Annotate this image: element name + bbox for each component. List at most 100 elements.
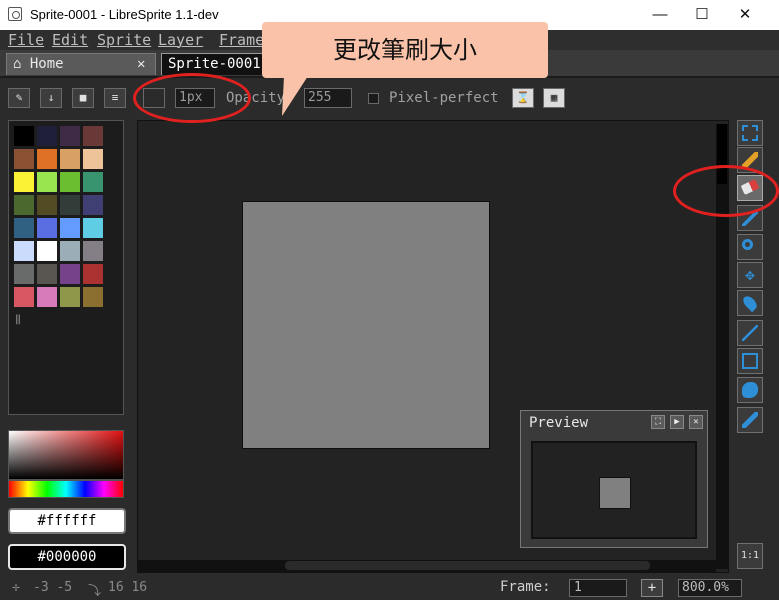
palette-swatch[interactable]: [82, 171, 104, 193]
frame-field[interactable]: 1: [569, 579, 627, 597]
annotation-callout-pointer: [282, 76, 308, 116]
palette-swatch[interactable]: [13, 148, 35, 170]
cursor-coordinates: -3 -5: [33, 580, 73, 595]
tab-sprite-label: Sprite-0001: [168, 56, 261, 72]
palette-swatch[interactable]: [13, 125, 35, 147]
pencil-icon: [742, 152, 758, 168]
annotation-circle-brush-size: [133, 73, 251, 123]
pixel-perfect-checkbox[interactable]: [368, 93, 379, 104]
context-bar: ✎ ↓ ■ ≡ 1px Opacity: 255 Pixel-perfect ⌛…: [0, 85, 779, 113]
arrow-down-icon[interactable]: ↓: [40, 88, 62, 108]
menu-frame[interactable]: Frame: [219, 31, 264, 49]
zoom-reset-button[interactable]: 1:1: [737, 543, 763, 569]
menu-layer[interactable]: Layer: [158, 31, 203, 49]
palette-swatch[interactable]: [36, 125, 58, 147]
palette-resize-handle[interactable]: ‖: [15, 314, 21, 325]
palette-swatch[interactable]: [82, 240, 104, 262]
palette-swatch[interactable]: [13, 263, 35, 285]
palette-swatch[interactable]: [59, 217, 81, 239]
color-picker: [8, 430, 124, 498]
palette-swatch[interactable]: [82, 286, 104, 308]
palette-swatch[interactable]: [59, 194, 81, 216]
tool-pencil-mode-icon[interactable]: ✎: [8, 88, 30, 108]
palette-swatch[interactable]: [13, 194, 35, 216]
tab-sprite[interactable]: Sprite-0001: [161, 53, 271, 75]
preview-play-icon[interactable]: ▶: [670, 415, 684, 429]
palette-swatch[interactable]: [59, 240, 81, 262]
background-color-button[interactable]: #000000: [8, 544, 126, 570]
frame-label: Frame:: [500, 579, 551, 595]
palette-panel: ‖: [8, 120, 124, 415]
rectangle-icon: [742, 353, 758, 369]
square-brush-icon[interactable]: ■: [72, 88, 94, 108]
paint-bucket-tool-button[interactable]: [737, 290, 763, 316]
zoom-tool-button[interactable]: [737, 234, 763, 260]
paint-bucket-icon: [740, 293, 760, 313]
sprite-canvas[interactable]: [242, 201, 490, 449]
palette-swatch[interactable]: [59, 148, 81, 170]
line-tool-button[interactable]: [737, 320, 763, 346]
spray-tool-button[interactable]: [737, 407, 763, 433]
palette-swatch[interactable]: [36, 240, 58, 262]
lasso-tool-button[interactable]: [737, 377, 763, 403]
palette-swatch[interactable]: [59, 263, 81, 285]
hourglass-icon[interactable]: ⌛: [512, 88, 534, 108]
palette-swatch[interactable]: [13, 286, 35, 308]
palette-swatch[interactable]: [13, 217, 35, 239]
palette-swatch[interactable]: [59, 125, 81, 147]
foreground-color-button[interactable]: #ffffff: [8, 508, 126, 534]
pixel-grid-icon[interactable]: ▦: [543, 88, 565, 108]
marquee-tool-button[interactable]: [737, 120, 763, 146]
horizontal-scroll-thumb[interactable]: [285, 561, 650, 570]
home-icon: ⌂: [13, 56, 22, 72]
palette-swatch[interactable]: [36, 148, 58, 170]
add-frame-button[interactable]: +: [641, 579, 663, 597]
crosshair-icon: ✛: [12, 580, 20, 595]
menu-file[interactable]: File: [8, 31, 44, 49]
palette-swatch[interactable]: [36, 171, 58, 193]
preview-fullscreen-icon[interactable]: ⛶: [651, 415, 665, 429]
tab-home[interactable]: ⌂ Home ✕: [6, 53, 156, 75]
hue-slider[interactable]: [8, 480, 124, 498]
line-icon: [742, 325, 758, 341]
menu-edit[interactable]: Edit: [52, 31, 88, 49]
pixel-perfect-label: Pixel-perfect: [389, 90, 499, 106]
tab-home-label: Home: [29, 56, 64, 72]
maximize-button[interactable]: ☐: [680, 0, 724, 30]
menu-lines-icon[interactable]: ≡: [104, 88, 126, 108]
palette-swatch[interactable]: [36, 194, 58, 216]
palette-swatch[interactable]: [59, 286, 81, 308]
palette-swatch[interactable]: [36, 263, 58, 285]
menu-sprite[interactable]: Sprite: [97, 31, 151, 49]
palette-swatch[interactable]: [82, 194, 104, 216]
spray-icon: [742, 412, 758, 428]
preview-close-icon[interactable]: ✕: [689, 415, 703, 429]
palette-swatch[interactable]: [82, 125, 104, 147]
palette-swatch[interactable]: [82, 263, 104, 285]
minimize-button[interactable]: —: [638, 0, 682, 30]
move-tool-button[interactable]: ✥: [737, 262, 763, 288]
palette-swatch[interactable]: [82, 148, 104, 170]
marquee-icon: [742, 125, 758, 141]
close-button[interactable]: ✕: [723, 0, 767, 30]
app-icon: [8, 7, 22, 21]
zoom-field[interactable]: 800.0%: [678, 579, 742, 597]
annotation-circle-eraser: [673, 165, 779, 217]
palette-swatch[interactable]: [13, 240, 35, 262]
tab-close-icon[interactable]: ✕: [137, 54, 145, 74]
size-icon: ⤵: [88, 584, 102, 599]
annotation-callout: 更改筆刷大小: [262, 22, 548, 78]
preview-window: Preview ⛶ ▶ ✕: [520, 410, 708, 548]
palette-swatch[interactable]: [36, 217, 58, 239]
preview-sprite: [599, 477, 631, 509]
status-bar: ✛ -3 -5 ⤵ 16 16 Frame: 1 + 800.0%: [0, 576, 779, 600]
saturation-value-picker[interactable]: [8, 430, 124, 480]
annotation-callout-text: 更改筆刷大小: [333, 36, 477, 64]
palette-swatch[interactable]: [36, 286, 58, 308]
rectangle-tool-button[interactable]: [737, 348, 763, 374]
palette-swatch[interactable]: [82, 217, 104, 239]
palette-swatch[interactable]: [13, 171, 35, 193]
window-title: Sprite-0001 - LibreSprite 1.1-dev: [30, 7, 219, 22]
move-icon: ✥: [745, 265, 755, 284]
palette-swatch[interactable]: [59, 171, 81, 193]
